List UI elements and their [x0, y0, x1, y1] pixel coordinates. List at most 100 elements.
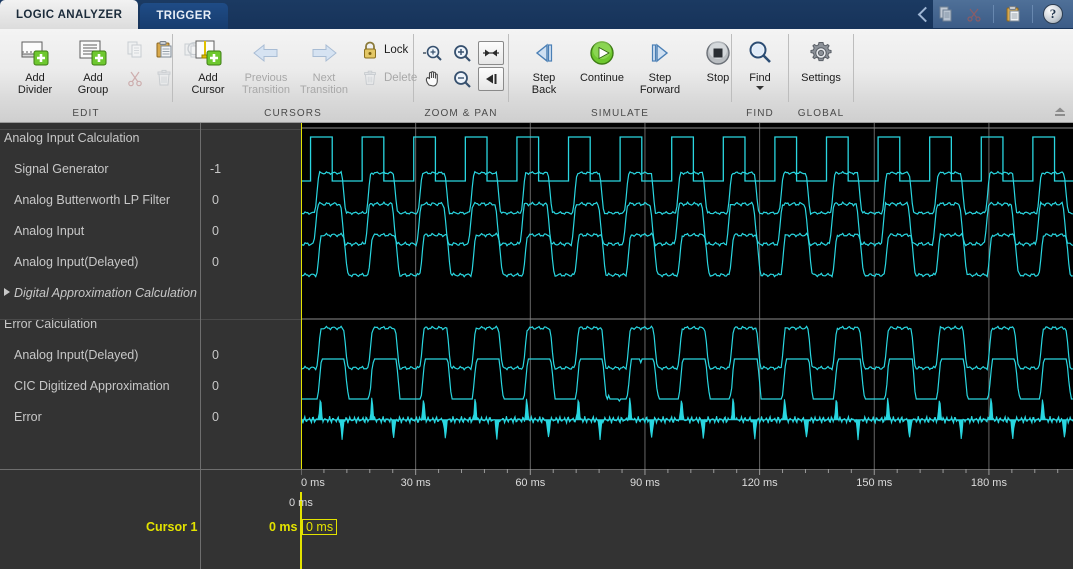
signal-row-analog-input-delayed-error[interactable]: Analog Input(Delayed)	[14, 348, 138, 362]
copy-icon[interactable]	[937, 5, 955, 23]
toolbar-separator-2	[1032, 5, 1033, 23]
value-signal-generator: -1	[210, 162, 221, 176]
waveform-signal-generator	[301, 137, 1073, 181]
value-error: 0	[212, 410, 219, 424]
ribbon-group-simulate-label: SIMULATE	[509, 106, 731, 122]
signal-row-group-analog-input-calculation[interactable]: Analog Input Calculation	[4, 131, 140, 145]
tab-logic-analyzer[interactable]: LOGIC ANALYZER	[0, 0, 138, 29]
ribbon-group-zoom-pan: ZOOM & PAN	[414, 29, 508, 122]
title-bar: LOGIC ANALYZER TRIGGER	[0, 0, 1073, 29]
ribbon-group-find: Find FIND	[732, 29, 788, 122]
time-axis: 0 ms30 ms60 ms90 ms120 ms150 ms180 ms	[301, 469, 1073, 492]
signal-row-error[interactable]: Error	[14, 410, 42, 424]
help-icon[interactable]: ?	[1043, 4, 1063, 24]
waveform-1	[301, 172, 1073, 215]
signal-row-group-digital-approximation-calculation[interactable]: Digital Approximation Calculation	[4, 286, 197, 300]
waveform-svg	[301, 123, 1073, 469]
value-analog-input: 0	[212, 224, 219, 238]
settings-button[interactable]: Settings	[792, 33, 850, 84]
settings-label: Settings	[801, 72, 841, 84]
paste-icon[interactable]	[1004, 5, 1022, 23]
add-cursor-icon	[192, 37, 224, 69]
find-magnifier-icon	[745, 37, 775, 69]
ribbon-filler	[854, 29, 1073, 122]
waveform-display[interactable]	[301, 123, 1073, 469]
expand-triangle-icon[interactable]	[4, 288, 10, 296]
lock-button[interactable]: Lock	[357, 37, 421, 63]
ribbon-group-find-label: FIND	[732, 106, 788, 122]
step-back-label: Step Back	[532, 72, 556, 96]
quick-access-toolbar: ?	[915, 0, 1073, 28]
add-divider-button[interactable]: Add Divider	[6, 33, 64, 96]
cut-icon[interactable]	[965, 5, 983, 23]
value-cic-digitized-approximation: 0	[212, 379, 219, 393]
add-cursor-button[interactable]: Add Cursor	[179, 33, 237, 96]
ribbon-group-simulate: Step Back Continue	[509, 29, 731, 122]
arrow-left-icon	[250, 37, 282, 69]
waveform-4	[301, 326, 1073, 369]
zoom-in-x-icon[interactable]	[420, 41, 446, 65]
step-forward-button[interactable]: Step Forward	[631, 33, 689, 96]
cursor-position-box[interactable]: 0 ms	[302, 519, 337, 535]
stop-label: Stop	[707, 72, 730, 84]
add-group-button[interactable]: Add Group	[64, 33, 122, 96]
play-icon	[587, 37, 617, 69]
delete-cursor-button: Delete	[357, 65, 421, 91]
value-analog-input-delayed-error: 0	[212, 348, 219, 362]
signal-row-signal-generator[interactable]: Signal Generator	[14, 162, 109, 176]
ribbon-group-global: Settings GLOBAL	[789, 29, 853, 122]
fit-to-view-icon[interactable]	[478, 41, 504, 65]
previous-transition-label: Previous Transition	[242, 72, 290, 96]
tab-trigger-label: TRIGGER	[156, 10, 211, 22]
list-separator-middle	[0, 319, 301, 320]
continue-button[interactable]: Continue	[573, 33, 631, 84]
chevron-down-icon[interactable]	[756, 86, 764, 90]
ribbon-group-zoom-pan-label: ZOOM & PAN	[414, 106, 508, 122]
add-group-icon	[77, 37, 109, 69]
lock-label: Lock	[384, 44, 408, 56]
signal-row-analog-input[interactable]: Analog Input	[14, 224, 84, 238]
find-button[interactable]: Find	[731, 33, 789, 90]
step-back-button[interactable]: Step Back	[515, 33, 573, 96]
ribbon-group-global-label: GLOBAL	[789, 106, 853, 122]
cut-icon	[122, 65, 148, 91]
add-cursor-label: Add Cursor	[191, 72, 224, 96]
cursor-line	[301, 123, 302, 469]
collapse-ribbon-icon[interactable]	[1053, 106, 1067, 120]
time-label-60: 60 ms	[515, 477, 545, 489]
previous-transition-button: Previous Transition	[237, 33, 295, 96]
panel-divider-vertical-lower	[200, 492, 201, 569]
add-group-label: Add Group	[78, 72, 109, 96]
value-analog-butterworth-lp-filter: 0	[212, 193, 219, 207]
signal-row-analog-input-delayed[interactable]: Analog Input(Delayed)	[14, 255, 138, 269]
step-back-icon	[528, 37, 560, 69]
copy-icon	[122, 37, 148, 63]
delete-label: Delete	[384, 72, 417, 84]
chevron-left-icon[interactable]	[915, 0, 933, 28]
cursor-time-value: 0 ms	[269, 520, 298, 534]
continue-label: Continue	[580, 72, 624, 84]
tab-logic-analyzer-label: LOGIC ANALYZER	[16, 9, 122, 21]
step-forward-label: Step Forward	[640, 72, 680, 96]
time-label-180: 180 ms	[971, 477, 1007, 489]
add-divider-icon	[19, 37, 51, 69]
zoom-in-icon[interactable]	[449, 41, 475, 65]
waveform-2	[301, 202, 1073, 246]
next-transition-label: Next Transition	[300, 72, 348, 96]
delete-trash-icon	[361, 68, 379, 88]
ribbon-group-edit-label: EDIT	[0, 106, 172, 122]
pan-hand-icon[interactable]	[420, 67, 446, 91]
waveform-5	[301, 359, 1073, 401]
toolbar-separator	[993, 5, 994, 23]
time-label-30: 30 ms	[401, 477, 431, 489]
stop-icon	[703, 37, 733, 69]
tab-trigger[interactable]: TRIGGER	[140, 3, 227, 29]
signal-row-cic-digitized-approximation[interactable]: CIC Digitized Approximation	[14, 379, 170, 393]
add-divider-label: Add Divider	[18, 72, 52, 96]
zoom-out-icon[interactable]	[449, 67, 475, 91]
step-forward-icon	[644, 37, 676, 69]
value-analog-input-delayed: 0	[212, 255, 219, 269]
zoom-to-end-icon[interactable]	[478, 67, 504, 91]
signal-row-analog-butterworth-lp-filter[interactable]: Analog Butterworth LP Filter	[14, 193, 170, 207]
list-separator-bottom	[0, 469, 301, 470]
